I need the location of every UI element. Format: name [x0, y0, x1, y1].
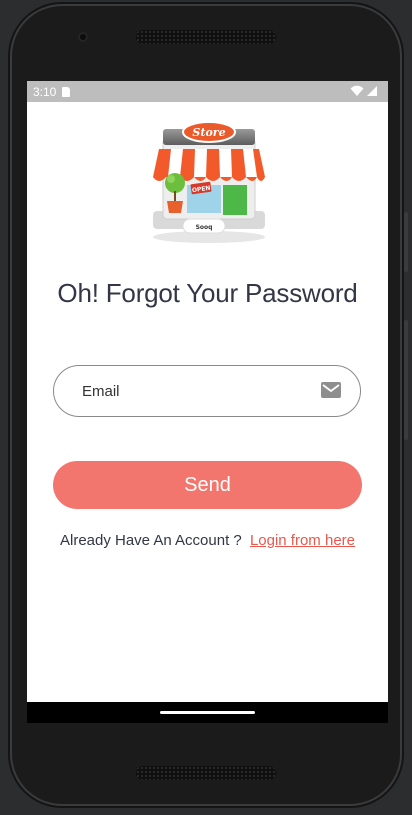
email-field[interactable] — [53, 365, 361, 417]
status-icons — [350, 85, 378, 97]
status-time: 3:10 — [33, 84, 57, 99]
logo-sign-text: Store — [192, 126, 225, 139]
volume-button[interactable] — [404, 212, 408, 272]
power-button[interactable] — [404, 320, 408, 440]
email-input[interactable] — [80, 366, 314, 416]
sd-card-icon — [62, 86, 71, 97]
wifi-icon — [350, 85, 364, 96]
page-title: Oh! Forgot Your Password — [57, 278, 358, 308]
status-bar: 3:10 — [27, 81, 388, 102]
bottom-speaker-grille — [136, 766, 276, 780]
navigation-bar — [27, 702, 388, 723]
app-screen: 3:10 Store OPEN Sooq Oh! Forgot Your Pas… — [27, 81, 388, 723]
login-link[interactable]: Login from here — [250, 532, 355, 549]
mail-icon — [321, 382, 341, 398]
home-indicator[interactable] — [160, 711, 255, 714]
front-camera — [78, 32, 88, 42]
store-logo: Store OPEN Sooq — [153, 121, 265, 243]
account-prompt-text: Already Have An Account ? — [59, 532, 242, 549]
send-button[interactable]: Send — [53, 461, 362, 509]
signal-icon — [367, 86, 377, 96]
login-prompt-line: Already Have An Account ? Login from her… — [27, 532, 388, 549]
logo-badge-text: Sooq — [196, 224, 213, 231]
top-speaker-grille — [136, 30, 276, 44]
